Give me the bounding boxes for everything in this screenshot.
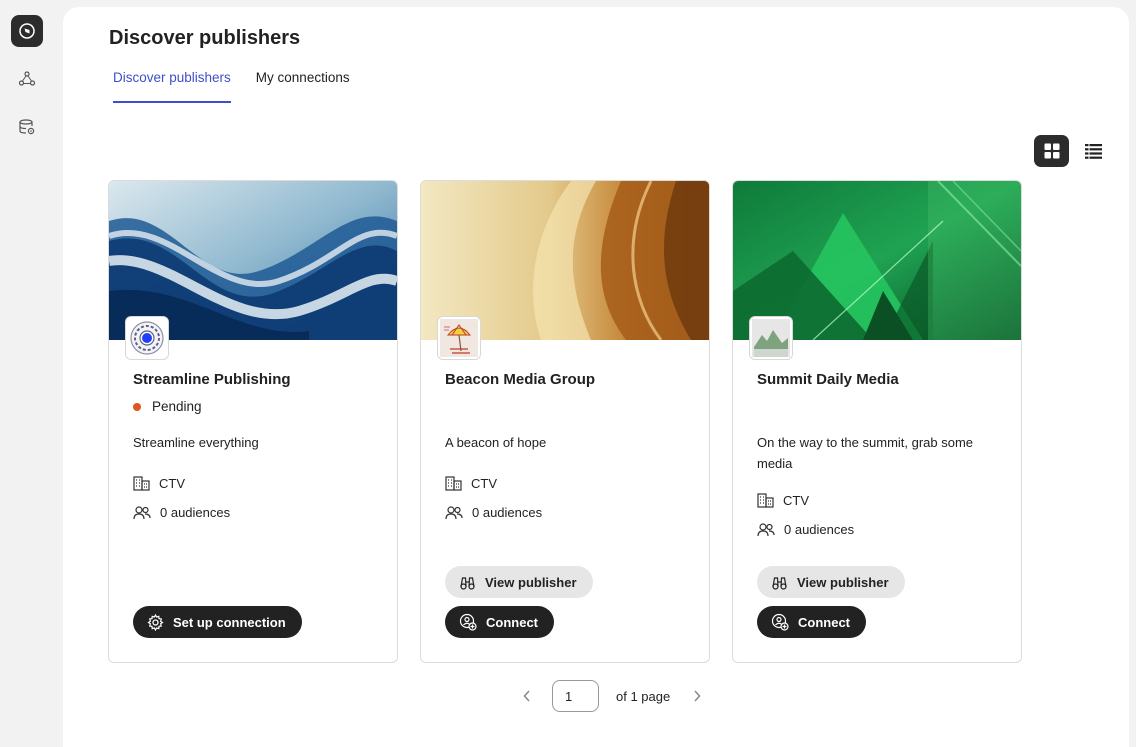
publisher-type: CTV [133, 476, 185, 491]
rail-discover-button[interactable] [11, 15, 43, 47]
button-label: View publisher [485, 574, 577, 590]
view-publisher-button[interactable]: View publisher [445, 566, 593, 598]
people-icon [133, 506, 151, 520]
tab-discover-publishers[interactable]: Discover publishers [113, 70, 231, 103]
button-label: Connect [486, 614, 538, 630]
next-page-button[interactable] [689, 688, 705, 704]
connections-icon [18, 71, 36, 86]
gear-icon [147, 613, 164, 631]
rail-data-settings-button[interactable] [11, 111, 43, 143]
people-icon [445, 506, 463, 520]
audiences-count: 0 audiences [472, 505, 543, 520]
publisher-name: Summit Daily Media [757, 371, 899, 388]
list-icon [1085, 144, 1102, 159]
view-toggle [1034, 135, 1118, 167]
publisher-name: Streamline Publishing [133, 371, 291, 388]
publisher-logo [749, 316, 793, 360]
list-view-button[interactable] [1076, 135, 1111, 167]
beach-umbrella-logo-icon [440, 319, 478, 357]
publisher-type: CTV [757, 493, 809, 508]
publisher-description: Streamline everything [133, 435, 259, 450]
set-up-connection-button[interactable]: Set up connection [133, 606, 302, 638]
status-dot-icon [133, 402, 141, 411]
previous-page-button[interactable] [519, 688, 535, 704]
audiences-count: 0 audiences [160, 505, 231, 520]
publisher-audiences: 0 audiences [757, 522, 854, 537]
status-badge: Pending [133, 399, 202, 414]
button-label: View publisher [797, 574, 889, 590]
main-panel: Discover publishers Discover publishers … [63, 7, 1129, 747]
pagination: of 1 page [519, 680, 705, 712]
left-rail [0, 0, 56, 747]
chevron-left-icon [523, 690, 530, 702]
data-settings-icon [19, 119, 35, 135]
view-publisher-button[interactable]: View publisher [757, 566, 905, 598]
publisher-card: Summit Daily Media On the way to the sum… [732, 180, 1022, 663]
publisher-audiences: 0 audiences [133, 505, 230, 520]
publisher-type-label: CTV [159, 476, 185, 491]
tab-bar: Discover publishers My connections [113, 70, 375, 104]
connect-button[interactable]: Connect [757, 606, 866, 638]
publisher-type-label: CTV [471, 476, 497, 491]
building-icon [445, 476, 462, 491]
publisher-type-label: CTV [783, 493, 809, 508]
connect-button[interactable]: Connect [445, 606, 554, 638]
audiences-count: 0 audiences [784, 522, 855, 537]
button-label: Set up connection [173, 614, 286, 630]
building-icon [757, 493, 774, 508]
grid-icon [1044, 143, 1059, 159]
publisher-type: CTV [445, 476, 497, 491]
status-label: Pending [152, 399, 202, 414]
publisher-description: A beacon of hope [445, 435, 547, 450]
page-count-label: of 1 page [616, 688, 671, 704]
publisher-logo [125, 316, 169, 360]
chevron-right-icon [694, 690, 701, 702]
page-title: Discover publishers [109, 27, 301, 49]
tab-my-connections[interactable]: My connections [256, 70, 350, 103]
building-icon [133, 476, 150, 491]
flower-logo-icon [130, 321, 164, 355]
button-label: Connect [798, 614, 850, 630]
publisher-card: Beacon Media Group A beacon of hope CTV … [420, 180, 710, 663]
publisher-audiences: 0 audiences [445, 505, 542, 520]
grid-view-button[interactable] [1034, 135, 1069, 167]
binoculars-icon [460, 576, 475, 590]
connect-person-icon [459, 613, 477, 631]
page-number-input[interactable] [552, 680, 599, 712]
publisher-logo [437, 316, 481, 360]
compass-icon [19, 23, 35, 39]
connect-person-icon [771, 613, 789, 631]
publisher-card: Streamline Publishing Pending Streamline… [108, 180, 398, 663]
binoculars-icon [772, 576, 787, 590]
rail-connections-button[interactable] [11, 63, 43, 95]
people-icon [757, 523, 775, 537]
mountain-logo-icon [752, 319, 790, 357]
publisher-name: Beacon Media Group [445, 371, 596, 388]
publisher-description: On the way to the summit, grab some medi… [757, 435, 974, 471]
